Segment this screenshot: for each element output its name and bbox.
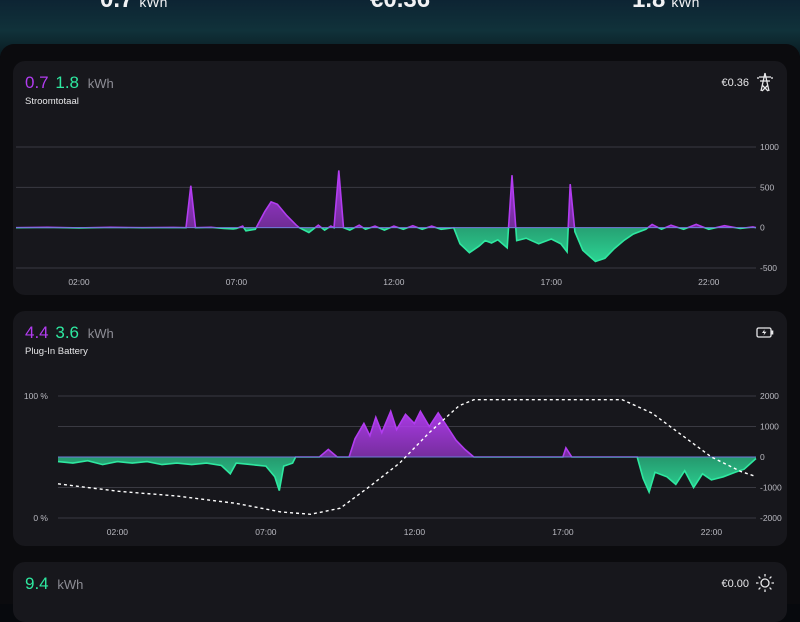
- grid-import-value: 0.7: [25, 73, 49, 92]
- grid-card[interactable]: 1000 500 0 -500 02:00 07:00 12:00 17:00 22:00 0.…: [13, 61, 787, 295]
- grid-energy-values: 0.7 1.8 kWh: [25, 73, 114, 93]
- grid-y-tick-label: 500: [760, 182, 774, 192]
- grid-import-area: [18, 170, 756, 228]
- grid-x-tick-label: 02:00: [68, 277, 90, 287]
- solar-export-value: 9.4: [25, 574, 49, 593]
- grid-export-line: [15, 227, 757, 263]
- solar-price: €0.00: [721, 578, 749, 590]
- top-cost-total: €0.36: [370, 0, 430, 14]
- battery-power-chart: 2000 1000 0 -1000 -2000 02:00 07:00 12:00 17:00 2…: [24, 391, 782, 537]
- grid-power-chart: 1000 500 0 -500 02:00 07:00 12:00 17:00 22:00: [15, 142, 779, 287]
- grid-unit: kWh: [87, 76, 114, 91]
- grid-y-tick-label: -500: [760, 263, 777, 273]
- battery-charge-value: 4.4: [25, 323, 49, 342]
- battery-x-tick-label: 22:00: [701, 527, 723, 537]
- battery-charging-icon: [756, 327, 774, 338]
- battery-energy-values: 4.4 3.6 kWh: [25, 323, 114, 343]
- battery-card-title: Plug-In Battery: [25, 346, 88, 357]
- grid-card-title: Stroomtotaal: [25, 96, 79, 107]
- top-export-unit: kWh: [671, 0, 700, 10]
- top-import-total: 0.7 kWh: [100, 0, 167, 14]
- grid-import-line: [15, 170, 757, 228]
- sun-icon: [756, 574, 774, 592]
- solar-unit: kWh: [57, 577, 84, 592]
- top-import-value: 0.7: [100, 0, 133, 13]
- battery-x-tick-label: 02:00: [107, 527, 129, 537]
- grid-x-tick-label: 17:00: [541, 277, 563, 287]
- grid-export-area: [16, 227, 756, 262]
- grid-export-value: 1.8: [55, 73, 80, 92]
- battery-y-tick-label: 1000: [760, 422, 779, 432]
- battery-x-tick-label: 17:00: [552, 527, 574, 537]
- battery-unit: kWh: [87, 326, 114, 341]
- battery-card[interactable]: 2000 1000 0 -1000 -2000 02:00 07:00 12:00 17:00 2…: [13, 311, 787, 546]
- grid-x-tick-label: 07:00: [226, 277, 248, 287]
- battery-y-tick-label: -2000: [760, 513, 782, 523]
- battery-discharge-value: 3.6: [55, 323, 80, 342]
- battery-x-tick-label: 07:00: [255, 527, 277, 537]
- battery-soc-tick-label: 100 %: [24, 391, 49, 401]
- solar-card[interactable]: 9.4 kWh €0.00: [13, 562, 787, 622]
- solar-energy-values: 9.4 kWh: [25, 574, 83, 594]
- battery-y-tick-label: -1000: [760, 483, 782, 493]
- top-export-total: 1.8 kWh: [632, 0, 699, 14]
- grid-x-tick-label: 12:00: [383, 277, 405, 287]
- top-export-value: 1.8: [632, 0, 665, 13]
- grid-price: €0.36: [721, 77, 749, 89]
- top-import-unit: kWh: [139, 0, 168, 10]
- battery-y-tick-label: 0: [760, 452, 765, 462]
- grid-y-tick-label: 1000: [760, 142, 779, 152]
- battery-x-tick-label: 12:00: [404, 527, 426, 537]
- battery-soc-tick-label: 0 %: [33, 513, 48, 523]
- power-pylon-icon: [757, 72, 773, 92]
- grid-y-tick-label: 0: [760, 223, 765, 233]
- battery-y-tick-label: 2000: [760, 391, 779, 401]
- top-cost-value: €0.36: [370, 0, 430, 13]
- grid-x-tick-label: 22:00: [698, 277, 720, 287]
